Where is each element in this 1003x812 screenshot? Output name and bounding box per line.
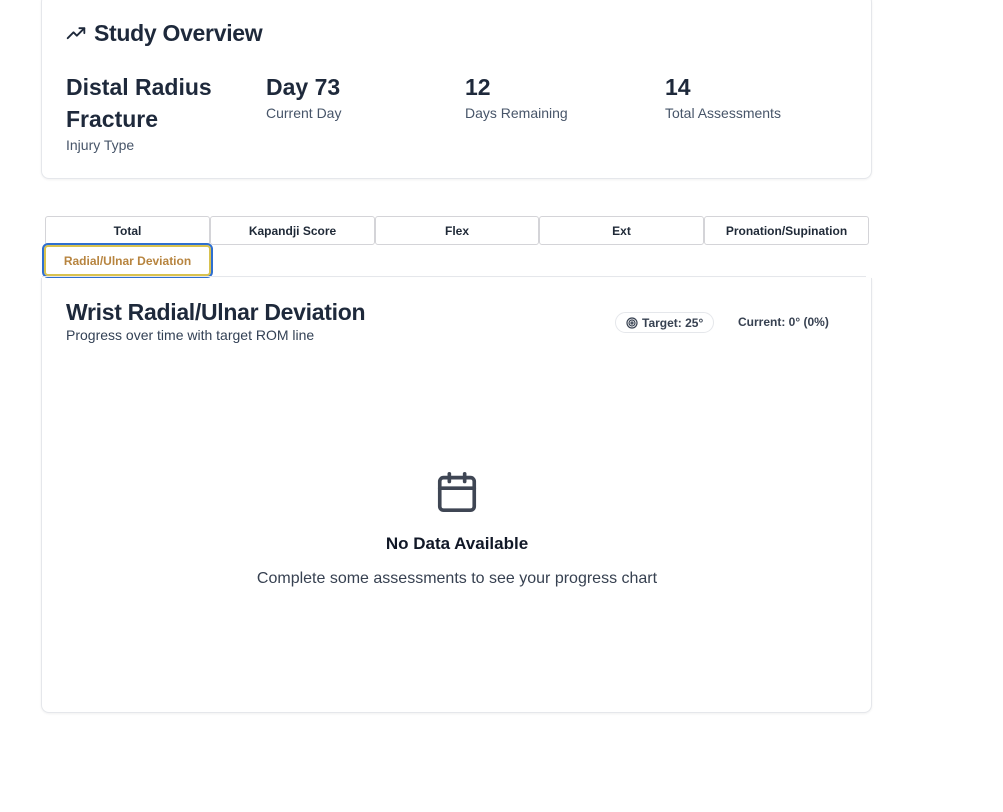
stat-days-remaining: 12 Days Remaining bbox=[465, 71, 645, 121]
chart-title: Wrist Radial/Ulnar Deviation bbox=[66, 299, 366, 325]
stat-current-day: Day 73 Current Day bbox=[266, 71, 446, 121]
days-remaining-value: 12 bbox=[465, 74, 491, 100]
target-badge: Target: 25° bbox=[615, 312, 715, 333]
current-day-label: Current Day bbox=[266, 105, 342, 121]
empty-state-title: No Data Available bbox=[385, 534, 529, 553]
injury-type-label: Injury Type bbox=[66, 137, 135, 153]
total-assessments-value: 14 bbox=[665, 74, 691, 100]
tab-pronation-supination[interactable]: Pronation/Supination bbox=[704, 216, 869, 245]
days-remaining-label: Days Remaining bbox=[465, 105, 568, 121]
injury-type-value: Distal Radius Fracture bbox=[66, 74, 212, 132]
target-badge-label: Target: 25° bbox=[642, 315, 704, 330]
calendar-icon bbox=[434, 468, 480, 516]
page: Study Overview Distal Radius Fracture In… bbox=[0, 0, 1003, 812]
tab-radial-ulnar-deviation[interactable]: Radial/Ulnar Deviation bbox=[42, 243, 213, 278]
tab-kapandji-score[interactable]: Kapandji Score bbox=[210, 216, 375, 245]
target-icon bbox=[626, 316, 638, 329]
chart-card: Wrist Radial/Ulnar Deviation Progress ov… bbox=[41, 278, 872, 713]
study-overview-card: Study Overview Distal Radius Fracture In… bbox=[41, 0, 872, 179]
trending-up-icon bbox=[66, 24, 86, 44]
tabs-divider bbox=[42, 276, 866, 277]
current-value: Current: 0° (0%) bbox=[738, 315, 829, 329]
total-assessments-label: Total Assessments bbox=[665, 105, 781, 121]
empty-state: No Data Available Complete some assessme… bbox=[42, 468, 872, 588]
empty-state-description: Complete some assessments to see your pr… bbox=[256, 570, 658, 587]
overview-title: Study Overview bbox=[94, 20, 263, 46]
overview-header: Study Overview bbox=[66, 20, 263, 47]
tab-flex[interactable]: Flex bbox=[375, 216, 539, 245]
tab-total[interactable]: Total bbox=[45, 216, 210, 245]
chart-subtitle: Progress over time with target ROM line bbox=[66, 327, 315, 343]
tab-ext[interactable]: Ext bbox=[539, 216, 704, 245]
current-day-value: Day 73 bbox=[266, 74, 341, 100]
stat-injury-type: Distal Radius Fracture Injury Type bbox=[66, 71, 236, 153]
stat-total-assessments: 14 Total Assessments bbox=[665, 71, 845, 121]
